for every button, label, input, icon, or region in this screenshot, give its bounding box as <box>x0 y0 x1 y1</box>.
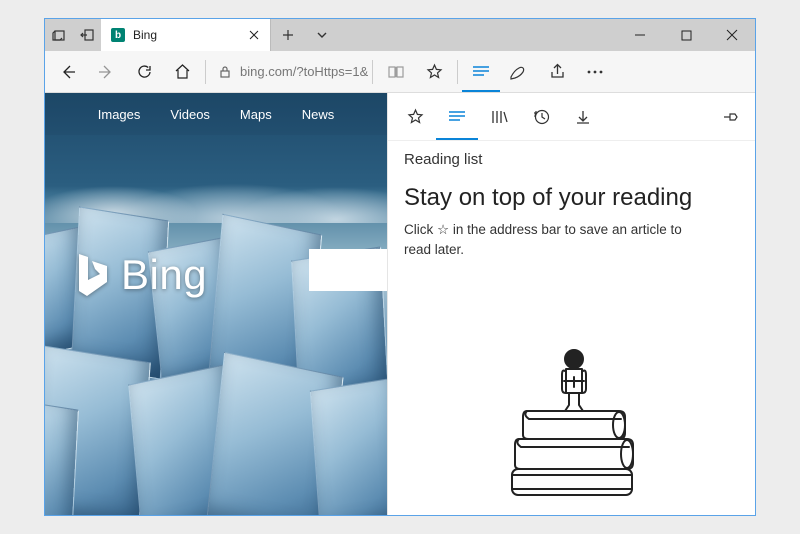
hub-tab-downloads[interactable] <box>562 94 604 140</box>
bing-logo-icon <box>75 252 111 298</box>
hub-tabs <box>388 93 755 141</box>
hub-pin-button[interactable] <box>713 110 749 124</box>
hub-section-title: Reading list <box>388 141 755 174</box>
bing-nav-images[interactable]: Images <box>98 107 141 122</box>
minimize-button[interactable] <box>617 19 663 51</box>
maximize-button[interactable] <box>663 19 709 51</box>
bing-nav: Images Videos Maps News <box>45 93 387 135</box>
more-button[interactable] <box>576 52 614 92</box>
new-tab-area <box>271 19 339 51</box>
bing-nav-maps[interactable]: Maps <box>240 107 272 122</box>
bing-wordmark: Bing <box>121 251 207 299</box>
address-bar[interactable]: bing.com/?toHttps=1&redig= <box>240 59 368 85</box>
bing-logo: Bing <box>75 251 207 299</box>
tab-bing[interactable]: b Bing <box>101 19 271 51</box>
notes-button[interactable] <box>500 52 538 92</box>
toolbar: bing.com/?toHttps=1&redig= <box>45 51 755 93</box>
hub-tab-history[interactable] <box>520 94 562 140</box>
address-text: bing.com/?toHttps=1&redig= <box>240 64 368 79</box>
content-area: Images Videos Maps News <box>45 93 755 515</box>
hub-button[interactable] <box>462 52 500 92</box>
bing-search-input[interactable] <box>309 249 387 291</box>
refresh-button[interactable] <box>125 52 163 92</box>
hub-tab-favorites[interactable] <box>394 94 436 140</box>
bing-page: Images Videos Maps News <box>45 93 387 515</box>
titlebar: b Bing <box>45 19 755 51</box>
home-button[interactable] <box>163 52 201 92</box>
new-tab-button[interactable] <box>271 19 305 51</box>
close-window-button[interactable] <box>709 19 755 51</box>
bing-nav-videos[interactable]: Videos <box>170 107 210 122</box>
new-tab-menu-button[interactable] <box>305 19 339 51</box>
hub-panel: Reading list Stay on top of your reading… <box>387 93 755 515</box>
hub-tab-reading-list[interactable] <box>436 94 478 140</box>
set-aside-tabs-button[interactable] <box>73 19 101 51</box>
window-controls <box>617 19 755 51</box>
bing-nav-news[interactable]: News <box>302 107 335 122</box>
hub-body-text: Click ☆ in the address bar to save an ar… <box>388 220 728 259</box>
back-button[interactable] <box>49 52 87 92</box>
browser-window: b Bing <box>44 18 756 516</box>
favorite-button[interactable] <box>415 52 453 92</box>
tab-title: Bing <box>133 28 157 42</box>
forward-button[interactable] <box>87 52 125 92</box>
hub-illustration <box>388 259 755 515</box>
lock-icon <box>210 52 240 92</box>
tab-close-button[interactable] <box>246 27 262 43</box>
reading-view-button[interactable] <box>377 52 415 92</box>
tab-preview-button[interactable] <box>45 19 73 51</box>
hub-heading: Stay on top of your reading <box>388 174 755 220</box>
hub-tab-books[interactable] <box>478 94 520 140</box>
share-button[interactable] <box>538 52 576 92</box>
bing-favicon: b <box>111 28 125 42</box>
